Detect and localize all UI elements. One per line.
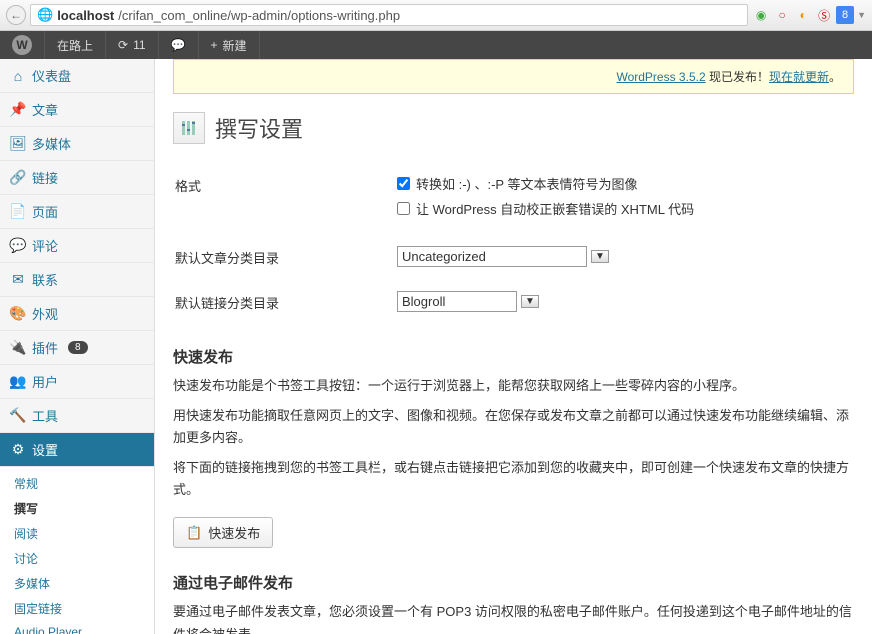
- menu-contact[interactable]: ✉联系: [0, 263, 154, 297]
- press-this-p2: 用快速发布功能摘取任意网页上的文字、图像和视频。在您保存或发布文章之前都可以通过…: [173, 405, 854, 449]
- comment-icon: 💬: [171, 38, 186, 52]
- ext-icon-2[interactable]: ○: [773, 6, 791, 24]
- submenu-general[interactable]: 常规: [14, 471, 154, 496]
- submenu-permalink[interactable]: 固定链接: [14, 596, 154, 621]
- mail-icon: ✉: [10, 272, 26, 288]
- submenu-audioplayer[interactable]: Audio Player: [14, 621, 154, 634]
- wordpress-icon: W: [12, 35, 32, 55]
- extension-icons: ◉ ○ ◐ Ⓢ 8 ▼: [752, 6, 866, 24]
- site-name-item[interactable]: 在路上: [45, 31, 106, 59]
- wp-admin-bar: W 在路上 ⟳11 💬 +新建: [0, 31, 872, 59]
- pin-icon: 📌: [10, 102, 26, 118]
- default-link-cat-label: 默认链接分类目录: [175, 281, 395, 324]
- plus-icon: +: [211, 38, 218, 52]
- hammer-icon: 🔨: [10, 408, 26, 424]
- sliders-icon: ⚙: [10, 442, 26, 458]
- submenu-media[interactable]: 多媒体: [14, 571, 154, 596]
- email-post-title: 通过电子邮件发布: [173, 572, 854, 593]
- url-path: /crifan_com_online/wp-admin/options-writ…: [118, 8, 400, 23]
- main-content: WordPress 3.5.2 现已发布！现在就更新。 撰写设置 格式 转换如 …: [155, 59, 872, 634]
- home-icon: ⌂: [10, 68, 26, 84]
- updates-item[interactable]: ⟳11: [106, 31, 159, 59]
- media-icon: 🖼: [10, 136, 26, 152]
- user-icon: 👥: [10, 374, 26, 390]
- emoticons-label: 转换如 :-) 、:-P 等文本表情符号为图像: [416, 174, 637, 193]
- press-this-title: 快速发布: [173, 346, 854, 367]
- globe-icon: 🌐: [37, 7, 53, 23]
- browser-toolbar: ← 🌐 localhost/crifan_com_online/wp-admin…: [0, 0, 872, 31]
- menu-media[interactable]: 🖼多媒体: [0, 127, 154, 161]
- menu-tools[interactable]: 🔨工具: [0, 399, 154, 433]
- ext-icon-3[interactable]: ◐: [794, 6, 812, 24]
- format-label: 格式: [175, 164, 395, 234]
- back-button[interactable]: ←: [6, 5, 26, 25]
- comments-item[interactable]: 💬: [159, 31, 199, 59]
- wp-version-link[interactable]: WordPress 3.5.2: [616, 70, 705, 84]
- admin-sidebar: ⌂仪表盘 📌文章 🖼多媒体 🔗链接 📄页面 💬评论 ✉联系 🎨外观 🔌插件8 👥…: [0, 59, 155, 634]
- emoticons-checkbox[interactable]: [397, 177, 410, 190]
- sliders-icon: [173, 112, 205, 144]
- plugins-badge: 8: [68, 341, 88, 354]
- press-this-p1: 快速发布功能是个书签工具按钮：一个运行于浏览器上，能帮您获取网络上一些零碎内容的…: [173, 375, 854, 397]
- chevron-down-icon[interactable]: ▼: [521, 295, 539, 308]
- menu-pages[interactable]: 📄页面: [0, 195, 154, 229]
- menu-links[interactable]: 🔗链接: [0, 161, 154, 195]
- settings-submenu: 常规 撰写 阅读 讨论 多媒体 固定链接 Audio Player Breadc…: [0, 467, 154, 634]
- menu-appearance[interactable]: 🎨外观: [0, 297, 154, 331]
- menu-settings[interactable]: ⚙设置: [0, 433, 154, 467]
- submenu-discussion[interactable]: 讨论: [14, 546, 154, 571]
- wp-logo-item[interactable]: W: [0, 31, 45, 59]
- submenu-reading[interactable]: 阅读: [14, 521, 154, 546]
- new-content-item[interactable]: +新建: [199, 31, 260, 59]
- default-link-cat-select[interactable]: Blogroll: [397, 291, 517, 312]
- default-cat-select[interactable]: Uncategorized: [397, 246, 587, 267]
- url-bar[interactable]: 🌐 localhost/crifan_com_online/wp-admin/o…: [30, 4, 748, 26]
- ext-icon-1[interactable]: ◉: [752, 6, 770, 24]
- update-now-link[interactable]: 现在就更新: [769, 70, 829, 84]
- menu-users[interactable]: 👥用户: [0, 365, 154, 399]
- bubble-icon: 💬: [10, 238, 26, 254]
- xhtml-label: 让 WordPress 自动校正嵌套错误的 XHTML 代码: [416, 199, 694, 218]
- refresh-icon: ⟳: [118, 38, 128, 52]
- update-notice: WordPress 3.5.2 现已发布！现在就更新。: [173, 59, 854, 94]
- page-header: 撰写设置: [173, 112, 854, 144]
- submenu-writing[interactable]: 撰写: [14, 496, 154, 521]
- menu-plugins[interactable]: 🔌插件8: [0, 331, 154, 365]
- menu-comments[interactable]: 💬评论: [0, 229, 154, 263]
- url-host: localhost: [57, 8, 114, 23]
- default-cat-label: 默认文章分类目录: [175, 236, 395, 279]
- chevron-down-icon[interactable]: ▼: [591, 250, 609, 263]
- menu-dashboard[interactable]: ⌂仪表盘: [0, 59, 154, 93]
- page-icon: 📄: [10, 204, 26, 220]
- press-this-icon: 📋: [186, 525, 202, 541]
- link-icon: 🔗: [10, 170, 26, 186]
- palette-icon: 🎨: [10, 306, 26, 322]
- email-post-desc: 要通过电子邮件发表文章，您必须设置一个有 POP3 访问权限的私密电子邮件账户。…: [173, 601, 854, 634]
- menu-posts[interactable]: 📌文章: [0, 93, 154, 127]
- ext-google-icon[interactable]: 8: [836, 6, 854, 24]
- xhtml-checkbox[interactable]: [397, 202, 410, 215]
- page-title: 撰写设置: [215, 112, 303, 144]
- press-this-p3: 将下面的链接拖拽到您的书签工具栏，或右键点击链接把它添加到您的收藏夹中，即可创建…: [173, 457, 854, 501]
- dropdown-icon[interactable]: ▼: [857, 10, 866, 20]
- plug-icon: 🔌: [10, 340, 26, 356]
- press-this-button[interactable]: 📋 快速发布: [173, 517, 273, 548]
- ext-noscript-icon[interactable]: Ⓢ: [815, 6, 833, 24]
